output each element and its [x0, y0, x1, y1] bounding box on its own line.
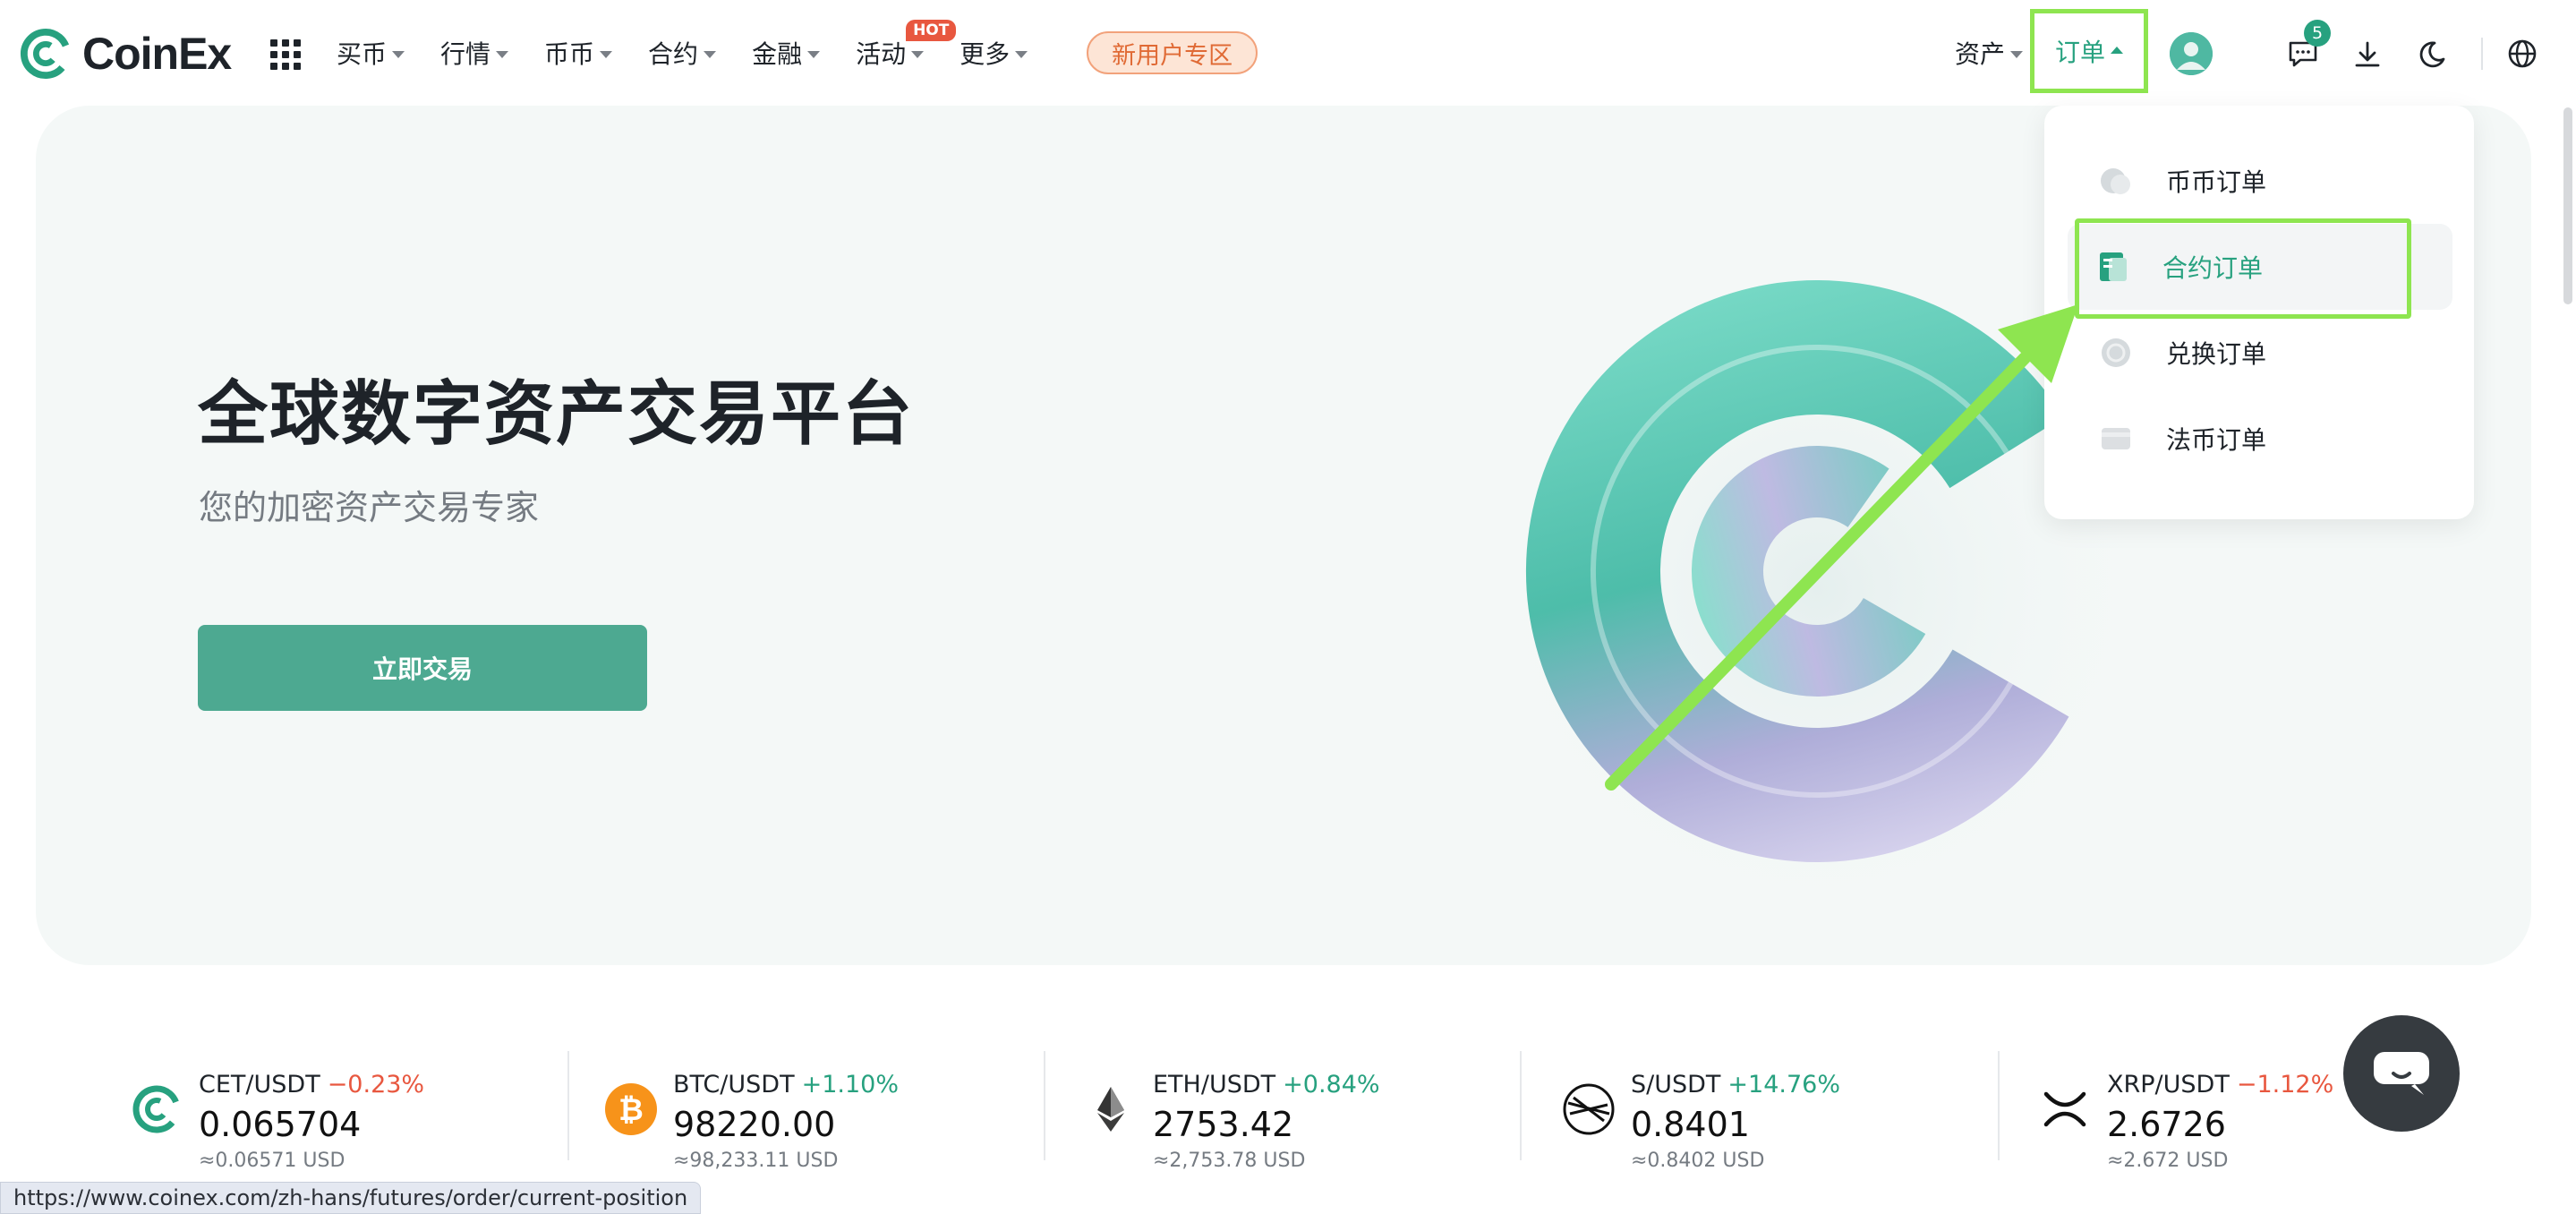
- ticker-change: +1.10%: [801, 1071, 899, 1099]
- nav-more[interactable]: 更多: [960, 0, 1028, 106]
- nav-spot[interactable]: 币币: [544, 0, 613, 106]
- ticker-price: 98220.00: [673, 1105, 836, 1144]
- menu-item-label: 法币订单: [2166, 425, 2267, 455]
- ticker-change: +0.84%: [1283, 1071, 1380, 1099]
- caret-down-icon: [911, 51, 925, 58]
- coinex-logo-icon: [20, 28, 72, 80]
- ticker-pair-line: BTC/USDT +1.10%: [673, 1071, 899, 1099]
- ticker-price: 2.6726: [2107, 1105, 2226, 1144]
- page-scrollbar[interactable]: [2563, 107, 2572, 304]
- menu-item-label: 币币订单: [2166, 167, 2267, 197]
- nav-label: 资产: [1955, 39, 2006, 69]
- btc-icon: ₿: [605, 1083, 657, 1135]
- new-user-zone-button[interactable]: 新用户专区: [1087, 31, 1258, 74]
- fiat-order-icon: [2102, 428, 2130, 449]
- hero-title: 全球数字资产交易平台: [198, 374, 915, 455]
- chat-bubble-icon: [2374, 1052, 2429, 1095]
- ticker-change: −1.12%: [2236, 1071, 2334, 1099]
- ticker-change: −0.23%: [327, 1071, 425, 1099]
- caret-up-icon: [2111, 47, 2123, 54]
- ticker-usd: ≈0.06571 USD: [199, 1150, 345, 1172]
- ticker-usd: ≈2,753.78 USD: [1153, 1150, 1306, 1172]
- download-icon[interactable]: [2352, 39, 2383, 70]
- nav-orders[interactable]: 订单: [2030, 9, 2148, 93]
- header-divider: [2481, 38, 2483, 70]
- highlight-box: [2075, 218, 2411, 319]
- trade-now-button[interactable]: 立即交易: [198, 625, 647, 711]
- nav-label: 币币: [544, 39, 595, 69]
- ticker-divider: [1998, 1051, 2000, 1160]
- user-avatar-icon: [2170, 32, 2213, 75]
- nav-label: 活动: [856, 39, 907, 69]
- nav-label: 金融: [752, 39, 803, 69]
- caret-down-icon: [807, 51, 821, 58]
- ticker-usd: ≈98,233.11 USD: [673, 1150, 839, 1172]
- caret-down-icon: [392, 51, 405, 58]
- svg-text:₿: ₿: [618, 1092, 644, 1128]
- ticker-usd: ≈0.8402 USD: [1631, 1150, 1765, 1172]
- cet-icon: [132, 1085, 181, 1133]
- ticker-pair-line: XRP/USDT −1.12%: [2107, 1071, 2333, 1099]
- nav-label: 行情: [440, 39, 491, 69]
- ticker-usd: ≈2.672 USD: [2107, 1150, 2229, 1172]
- nav-label: 买币: [337, 39, 388, 69]
- ticker-pair: CET/USDT: [199, 1071, 320, 1099]
- coinex-logo[interactable]: CoinEx: [20, 27, 232, 81]
- nav-futures[interactable]: 合约: [648, 0, 717, 106]
- status-bar-url: https://www.coinex.com/zh-hans/futures/o…: [0, 1182, 702, 1214]
- nav-label: 更多: [960, 39, 1011, 69]
- caret-down-icon: [1015, 51, 1028, 58]
- nav-label: 合约: [648, 39, 699, 69]
- spot-order-icon: [2101, 168, 2130, 194]
- ticker-price: 0.065704: [199, 1105, 362, 1144]
- ticker-pair: S/USDT: [1631, 1071, 1721, 1099]
- message-count-badge: 5: [2304, 20, 2331, 47]
- caret-down-icon: [496, 51, 509, 58]
- main-nav: 买币 行情 币币 合约 金融 活动 HOT 更多 新用户专区: [337, 0, 1258, 106]
- caret-down-icon: [600, 51, 613, 58]
- apps-grid-icon[interactable]: [270, 39, 301, 70]
- ticker-strip: CET/USDT −0.23% 0.065704 ≈0.06571 USD ₿ B…: [0, 1030, 2576, 1173]
- top-header: CoinEx 买币 行情 币币 合约 金融 活动 HOT 更多 新用户专区 资产…: [0, 0, 2576, 106]
- nav-activities[interactable]: 活动 HOT: [856, 0, 957, 106]
- nav-finance[interactable]: 金融: [752, 0, 821, 106]
- ticker-pair: ETH/USDT: [1153, 1071, 1276, 1099]
- ticker-divider: [567, 1051, 569, 1160]
- ticker-divider: [1520, 1051, 1522, 1160]
- ticker-pair: BTC/USDT: [673, 1071, 795, 1099]
- caret-down-icon: [704, 51, 717, 58]
- support-chat-button[interactable]: [2343, 1015, 2460, 1132]
- eth-icon: [1097, 1087, 1124, 1132]
- sonic-icon: [1563, 1083, 1615, 1135]
- nav-label: 订单: [2054, 38, 2105, 67]
- ticker-price: 0.8401: [1631, 1105, 1750, 1144]
- dark-mode-icon[interactable]: [2417, 39, 2447, 70]
- menu-item-label: 兑换订单: [2166, 339, 2267, 369]
- language-globe-icon[interactable]: [2506, 38, 2538, 70]
- xrp-icon: [2043, 1091, 2086, 1127]
- ticker-change: +14.76%: [1727, 1071, 1840, 1099]
- hero-subtitle: 您的加密资产交易专家: [199, 488, 540, 527]
- brand-name: CoinEx: [82, 29, 232, 79]
- nav-assets[interactable]: 资产: [1955, 0, 2024, 106]
- ticker-pair: XRP/USDT: [2107, 1071, 2230, 1099]
- ticker-divider: [1044, 1051, 1045, 1160]
- menu-item-spot-orders[interactable]: 币币订单: [2071, 138, 2447, 224]
- ticker-price: 2753.42: [1153, 1105, 1294, 1144]
- menu-item-exchange-orders[interactable]: 兑换订单: [2071, 310, 2447, 396]
- nav-buy-crypto[interactable]: 买币: [337, 0, 405, 106]
- ticker-pair-line: ETH/USDT +0.84%: [1153, 1071, 1380, 1099]
- avatar[interactable]: [2170, 32, 2213, 75]
- menu-item-fiat-orders[interactable]: 法币订单: [2071, 396, 2447, 482]
- hot-badge: HOT: [906, 20, 957, 41]
- nav-markets[interactable]: 行情: [440, 0, 509, 106]
- exchange-order-icon: [2102, 338, 2130, 367]
- ticker-pair-line: CET/USDT −0.23%: [199, 1071, 424, 1099]
- ticker-pair-line: S/USDT +14.76%: [1631, 1071, 1840, 1099]
- caret-down-icon: [2010, 51, 2024, 58]
